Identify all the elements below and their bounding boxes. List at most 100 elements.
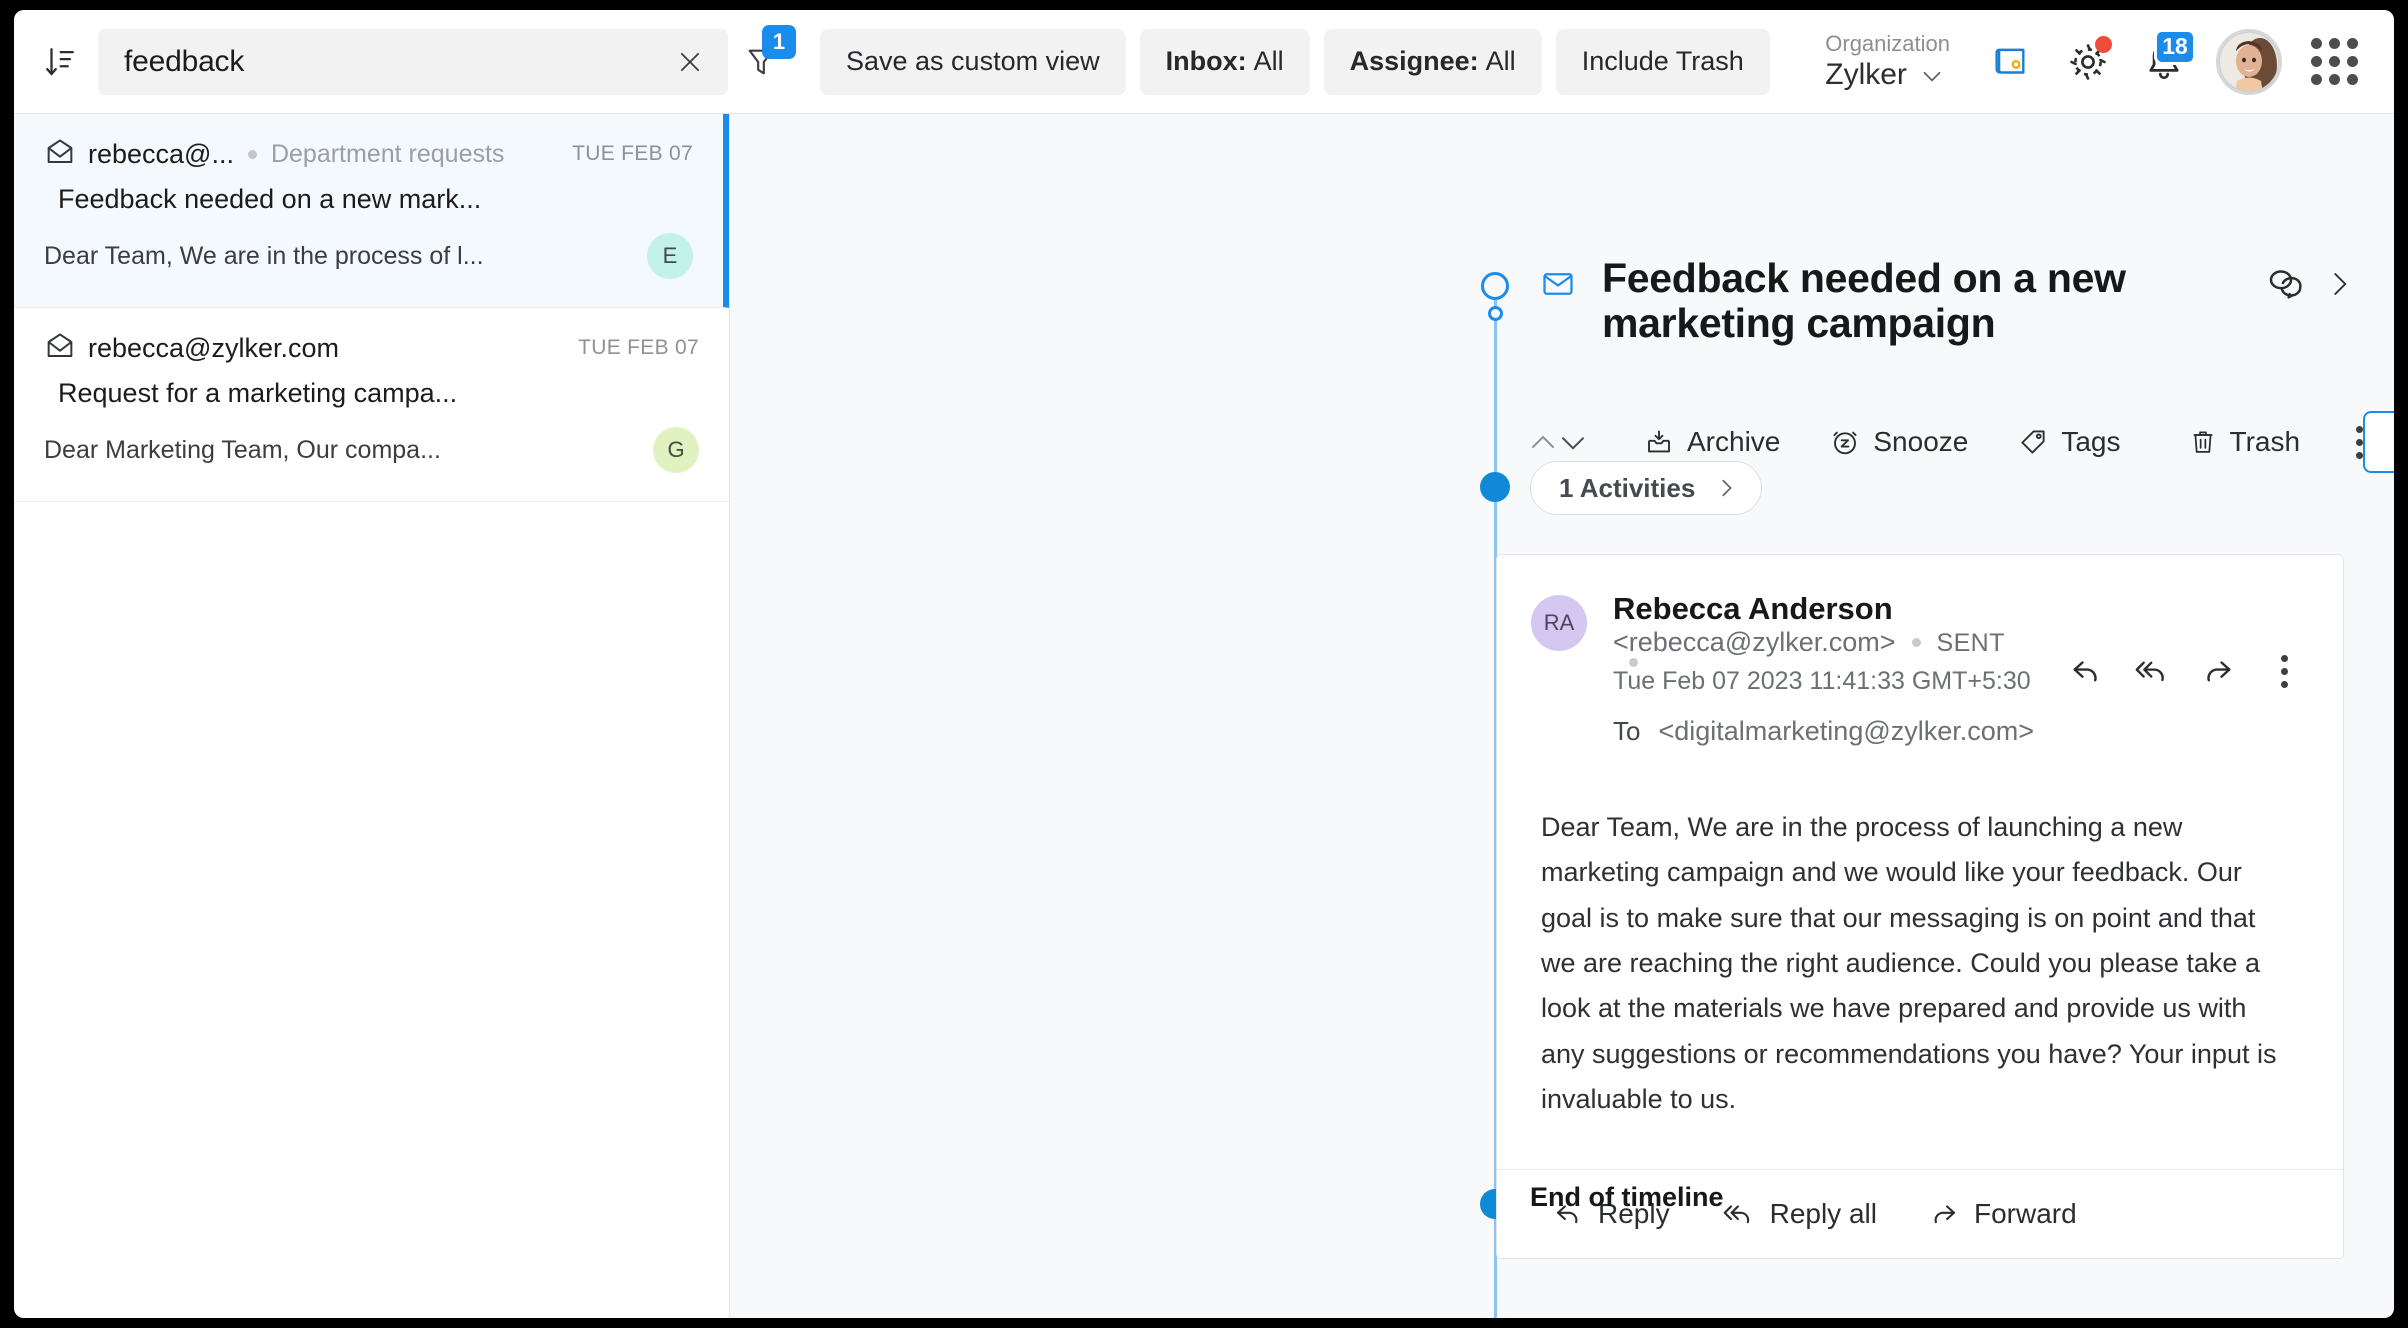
chip-value: All [1253,46,1284,76]
reply-icon[interactable] [2060,645,2112,697]
email-recipient-line: To <digitalmarketing@zylker.com> [1613,716,2034,747]
sort-descending-icon[interactable] [32,34,88,90]
separator-dot [247,149,257,159]
email-header-main: Rebecca Anderson <rebecca@zylker.com> SE… [1613,591,2034,747]
kebab-menu-icon[interactable] [2356,416,2364,468]
top-toolbar: 1 Save as custom view Inbox: All Assigne… [14,10,2394,114]
bell-icon[interactable]: 18 [2126,24,2202,100]
close-icon[interactable] [670,42,710,82]
tags-label: Tags [2061,426,2121,458]
chevron-down-icon [1919,63,1945,89]
end-of-timeline-label: End of timeline [1530,1182,1724,1212]
sender-email: <rebecca@zylker.com> [1613,627,1896,657]
status-badge: SENT [1936,629,2005,657]
search-box[interactable] [98,28,728,95]
filter-count-badge: 1 [762,24,796,59]
forward-icon [1929,1199,1959,1229]
envelope-icon [1540,266,1576,302]
organization-label: Organization [1825,31,1950,57]
archive-button[interactable]: Archive [1632,420,1792,464]
notification-count-badge: 18 [2154,28,2196,65]
separator-dot [1911,638,1921,647]
archive-label: Archive [1687,426,1781,458]
chip-key: Inbox: [1165,46,1247,76]
tags-button[interactable]: Tags [2006,420,2132,464]
list-item-sender: rebecca@... [88,138,234,169]
inbox-filter-button[interactable]: Inbox: All [1139,28,1310,95]
timeline-node-top-small [1488,306,1503,321]
save-as-custom-view-button[interactable]: Save as custom view [820,28,1126,95]
forward-icon[interactable] [2192,645,2244,697]
app-window: 1 Save as custom view Inbox: All Assigne… [14,10,2394,1318]
gear-icon[interactable] [2050,24,2126,100]
envelope-open-icon [44,138,88,170]
filter-icon[interactable]: 1 [738,24,796,85]
timeline-node-top [1481,272,1509,300]
list-item-subject: Feedback needed on a new mark... [58,184,482,214]
list-item-subject: Request for a marketing campa... [58,378,458,408]
chevron-right-icon [1715,477,1737,499]
list-item-preview-row: Dear Marketing Team, Our compa... G [44,427,699,473]
trash-button[interactable]: Trash [2177,420,2313,464]
include-trash-button[interactable]: Include Trash [1555,28,1770,95]
chevron-right-icon[interactable] [2324,269,2354,299]
settings-alert-dot [2095,35,2112,53]
list-item[interactable]: rebecca@... Department requests TUE FEB … [14,114,729,308]
forward-label: Forward [1973,1197,2077,1229]
list-item-preview-row: Dear Team, We are in the process of l...… [44,233,693,279]
timeline-dot-activities [1480,472,1510,502]
search-input[interactable] [124,44,670,79]
list-item-avatar: G [653,427,699,473]
email-header: RA Rebecca Anderson <rebecca@zylker.com>… [1497,555,2343,747]
list-item-date: TUE FEB 07 [578,336,699,359]
email-meta-line: Rebecca Anderson <rebecca@zylker.com> SE… [1613,591,2034,696]
reply-all-icon[interactable] [2126,645,2178,697]
user-avatar[interactable] [2216,28,2282,95]
chip-label: Include Trash [1581,46,1744,76]
list-item-meta: rebecca@... Department requests TUE FEB … [44,138,693,170]
header-right-actions [2266,256,2354,304]
email-action-icons [2060,591,2310,747]
to-recipient: <digitalmarketing@zylker.com> [1658,716,2035,746]
chip-value: All [1485,46,1516,76]
email-body: Dear Team, We are in the process of laun… [1541,812,2277,1115]
forward-button[interactable]: Forward [1915,1192,2091,1236]
apps-grid-icon[interactable] [2296,24,2372,100]
follow-button[interactable]: Follow [2363,411,2394,474]
follow-user-icon [2391,427,2394,457]
main-split: rebecca@... Department requests TUE FEB … [14,114,2394,1318]
filter-chip-bar: Save as custom view Inbox: All Assignee:… [820,28,1770,95]
organization-name: Zylker [1825,58,1907,92]
chip-label: Save as custom view [846,46,1100,76]
reply-all-button[interactable]: Reply all [1708,1192,1891,1236]
conversation-header: Feedback needed on a new marketing campa… [730,114,2394,346]
snooze-label: Snooze [1873,426,1969,458]
email-timestamp: Tue Feb 07 2023 11:41:33 GMT+5:30 [1613,667,2031,695]
chip-key: Assignee: [1349,46,1479,76]
list-item-date: TUE FEB 07 [572,142,693,165]
list-item-meta: rebecca@zylker.com TUE FEB 07 [44,332,699,364]
separator-dot [1629,658,1638,667]
reply-all-icon [1722,1199,1755,1229]
sender-avatar: RA [1531,595,1587,651]
assignee-filter-button[interactable]: Assignee: All [1323,28,1542,95]
to-label: To [1613,716,1641,746]
toolbar-right-group: Follow Assigned to Emily Green [2363,376,2394,508]
envelope-open-icon [44,332,88,364]
email-message-card: RA Rebecca Anderson <rebecca@zylker.com>… [1496,554,2344,1259]
comments-icon[interactable] [2266,264,2306,304]
activities-button[interactable]: 1 Activities [1530,461,1763,515]
mail-list-pane: rebecca@... Department requests TUE FEB … [14,114,730,1318]
snooze-button[interactable]: Snooze [1818,420,1980,464]
top-right-actions: Organization Zylker 18 [1825,24,2372,100]
organization-switcher[interactable]: Organization Zylker [1825,30,1950,93]
reply-all-label: Reply all [1769,1197,1877,1229]
kebab-menu-icon[interactable] [2258,645,2310,697]
list-item[interactable]: rebecca@zylker.com TUE FEB 07 Request fo… [14,308,729,502]
list-item-sender: rebecca@zylker.com [88,332,339,363]
list-item-avatar: E [647,233,693,279]
page-title: Feedback needed on a new marketing campa… [1602,255,2126,347]
wallet-icon[interactable] [1974,24,2050,100]
trash-label: Trash [2229,426,2301,458]
list-item-snippet: Dear Team, We are in the process of l... [44,241,484,270]
